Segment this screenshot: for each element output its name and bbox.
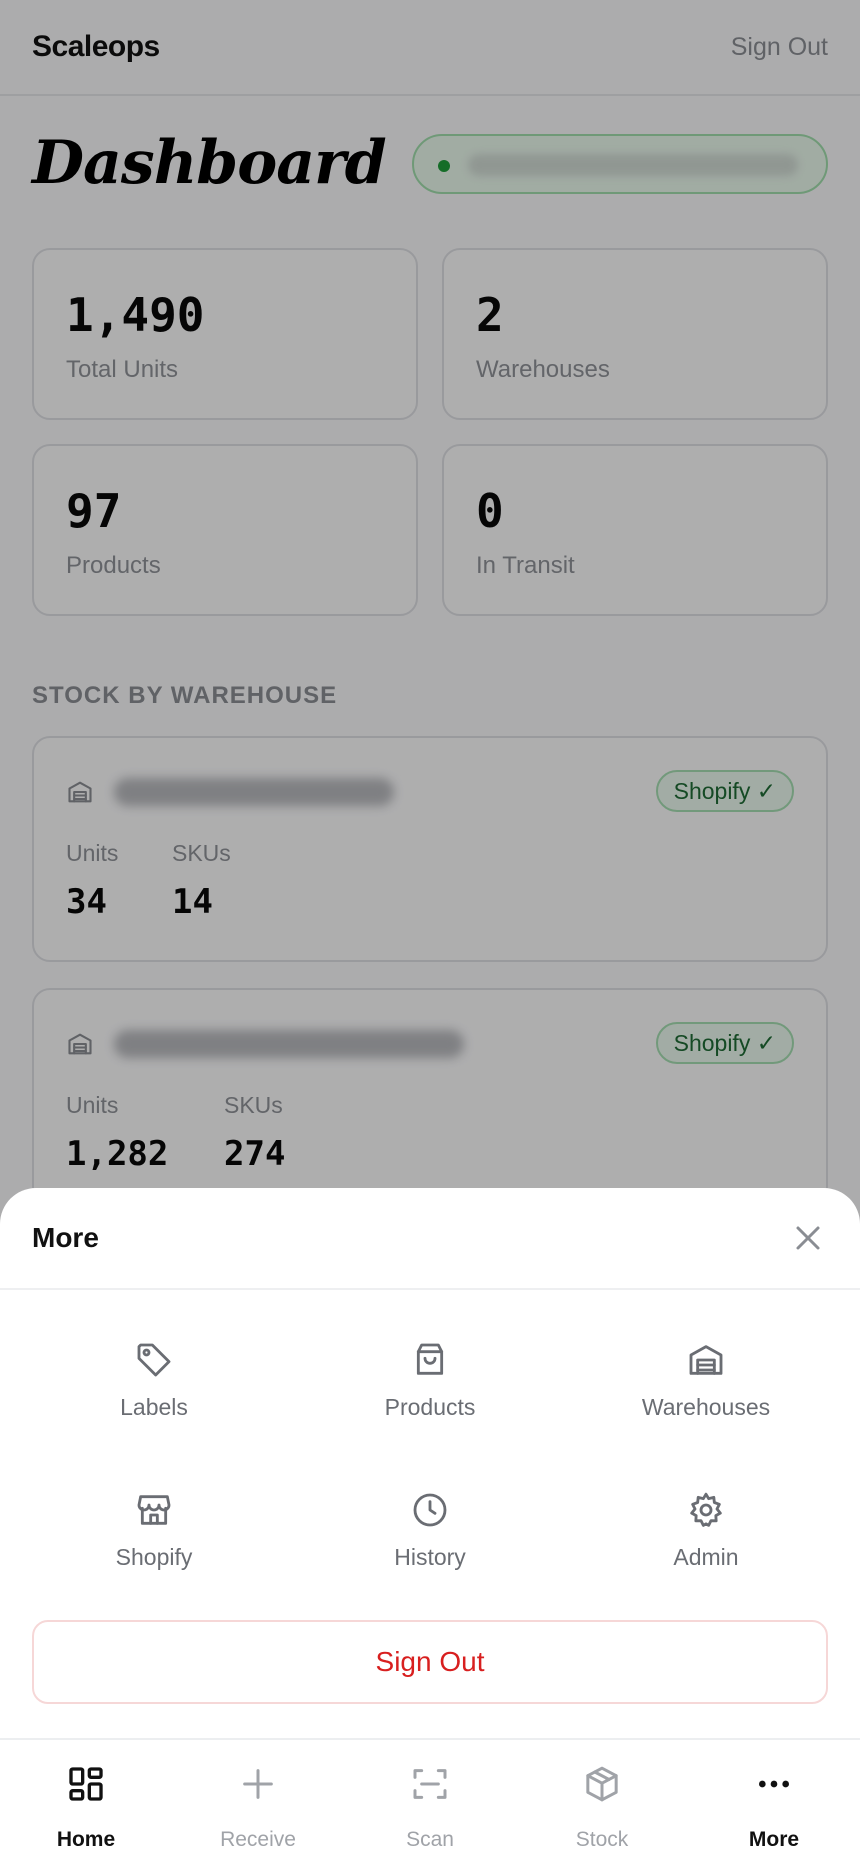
more-item-label: History — [394, 1544, 466, 1570]
plus-icon — [243, 1769, 273, 1799]
close-icon[interactable] — [788, 1218, 828, 1258]
sheet-title: More — [32, 1222, 99, 1253]
tab-label: Scan — [406, 1828, 454, 1851]
more-item-admin[interactable]: Admin — [568, 1490, 844, 1610]
sign-out-button[interactable]: Sign Out — [32, 1620, 828, 1704]
tag-icon — [137, 1343, 171, 1377]
clock-icon — [413, 1493, 447, 1527]
tab-home[interactable]: Home — [0, 1740, 172, 1864]
tab-label: Stock — [575, 1828, 629, 1851]
more-item-warehouses[interactable]: Warehouses — [568, 1340, 844, 1460]
more-item-label: Products — [384, 1394, 476, 1420]
sheet-divider — [0, 1288, 860, 1290]
grid-icon — [69, 1767, 103, 1801]
more-item-label: Labels — [120, 1394, 188, 1420]
more-item-label: Warehouses — [641, 1394, 771, 1420]
tab-label: Receive — [220, 1828, 296, 1851]
warehouse-icon — [689, 1345, 723, 1375]
more-item-label: Shopify — [115, 1544, 193, 1570]
more-bottom-sheet: More Labels Products Warehouses Shopify … — [0, 1188, 860, 1738]
tab-receive[interactable]: Receive — [172, 1740, 344, 1864]
gear-icon — [690, 1492, 722, 1527]
more-item-shopify[interactable]: Shopify — [16, 1490, 292, 1610]
tab-label: More — [748, 1828, 800, 1851]
more-item-history[interactable]: History — [292, 1490, 568, 1610]
more-item-label: Admin — [673, 1544, 739, 1570]
scan-icon — [413, 1769, 447, 1799]
more-item-products[interactable]: Products — [292, 1340, 568, 1460]
tab-stock[interactable]: Stock — [516, 1740, 688, 1864]
tab-scan[interactable]: Scan — [344, 1740, 516, 1864]
bottom-tab-bar: Home Receive Scan Stock More — [0, 1738, 860, 1864]
store-icon — [137, 1495, 171, 1525]
shopping-bag-icon — [416, 1343, 444, 1375]
tab-label: Home — [56, 1828, 116, 1851]
tab-more[interactable]: More — [688, 1740, 860, 1864]
box-icon — [586, 1766, 618, 1802]
more-icon — [759, 1780, 789, 1788]
more-item-labels[interactable]: Labels — [16, 1340, 292, 1460]
